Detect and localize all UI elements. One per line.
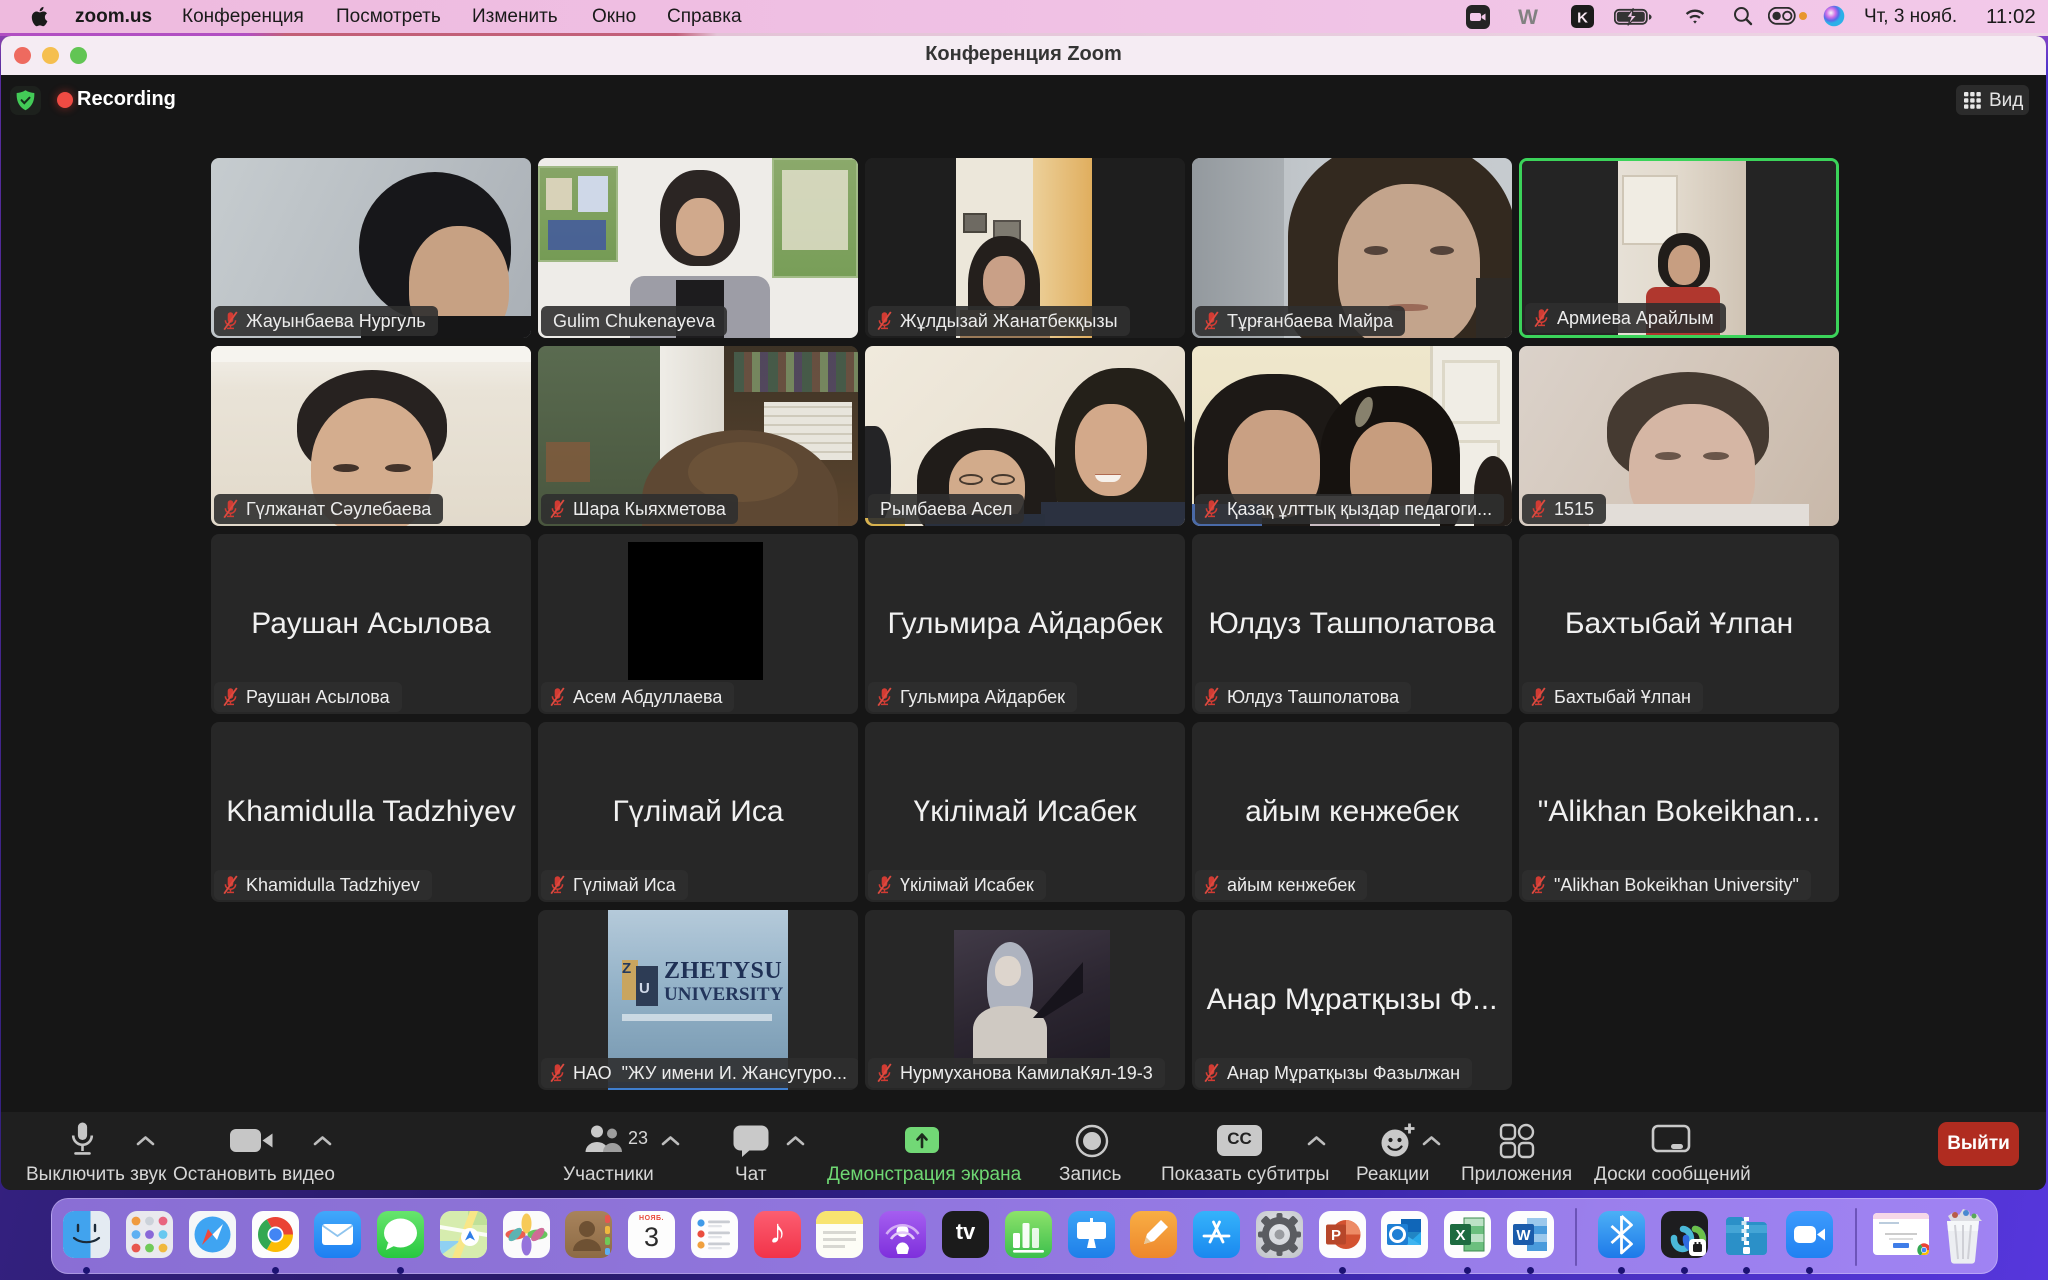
svg-text:K: K: [1577, 10, 1588, 27]
svg-text:X: X: [1455, 1227, 1465, 1244]
svg-text:W: W: [1516, 1227, 1531, 1244]
svg-text:P: P: [1331, 1227, 1341, 1244]
svg-text:W: W: [1518, 6, 1538, 29]
